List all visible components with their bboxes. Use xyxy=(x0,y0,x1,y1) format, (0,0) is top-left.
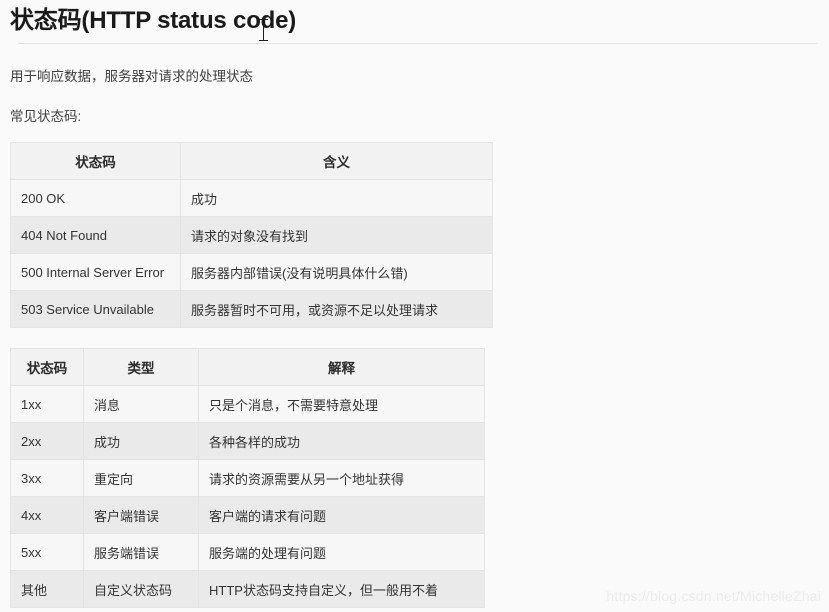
table-row: 404 Not Found 请求的对象没有找到 xyxy=(10,216,493,254)
table-row: 2xx 成功 各种各样的成功 xyxy=(10,422,485,460)
cell-explanation: 请求的资源需要从另一个地址获得 xyxy=(198,459,485,497)
column-header-meaning: 含义 xyxy=(180,142,493,180)
cell-meaning: 服务器内部错误(没有说明具体什么错) xyxy=(180,253,493,291)
table-row: 3xx 重定向 请求的资源需要从另一个地址获得 xyxy=(10,459,485,497)
cell-code: 5xx xyxy=(10,533,84,571)
cell-code: 503 Service Unvailable xyxy=(10,290,181,328)
table-row: 500 Internal Server Error 服务器内部错误(没有说明具体… xyxy=(10,253,493,291)
cell-code: 4xx xyxy=(10,496,84,534)
document-page: 状态码(HTTP status code) 用于响应数据，服务器对请求的处理状态… xyxy=(0,0,829,612)
cell-explanation: 各种各样的成功 xyxy=(198,422,485,460)
cell-code: 404 Not Found xyxy=(10,216,181,254)
cell-code: 其他 xyxy=(10,570,84,608)
cell-code: 1xx xyxy=(10,385,84,423)
cell-code: 3xx xyxy=(10,459,84,497)
cell-code: 2xx xyxy=(10,422,84,460)
cell-type: 自定义状态码 xyxy=(83,570,199,608)
cell-code: 200 OK xyxy=(10,179,181,217)
cell-type: 成功 xyxy=(83,422,199,460)
table-row: 503 Service Unvailable 服务器暂时不可用，或资源不足以处理… xyxy=(10,290,493,328)
table-header-row: 状态码 含义 xyxy=(10,142,493,180)
table-row: 1xx 消息 只是个消息，不需要特意处理 xyxy=(10,385,485,423)
column-header-type: 类型 xyxy=(83,348,199,386)
cell-explanation: 只是个消息，不需要特意处理 xyxy=(198,385,485,423)
common-codes-label: 常见状态码: xyxy=(10,109,82,124)
cell-meaning: 请求的对象没有找到 xyxy=(180,216,493,254)
cell-meaning: 服务器暂时不可用，或资源不足以处理请求 xyxy=(180,290,493,328)
cell-explanation: 客户端的请求有问题 xyxy=(198,496,485,534)
column-header-explanation: 解释 xyxy=(198,348,485,386)
cell-explanation: 服务端的处理有问题 xyxy=(198,533,485,571)
cell-meaning: 成功 xyxy=(180,179,493,217)
table-row: 5xx 服务端错误 服务端的处理有问题 xyxy=(10,533,485,571)
status-class-table: 状态码 类型 解释 1xx 消息 只是个消息，不需要特意处理 2xx 成功 各种… xyxy=(10,348,485,608)
cell-type: 消息 xyxy=(83,385,199,423)
table-row: 其他 自定义状态码 HTTP状态码支持自定义，但一般用不着 xyxy=(10,570,485,608)
csdn-watermark: https://blog.csdn.net/MichelleZhai xyxy=(606,588,821,604)
column-header-code: 状态码 xyxy=(10,348,84,386)
cell-type: 服务端错误 xyxy=(83,533,199,571)
table-row: 4xx 客户端错误 客户端的请求有问题 xyxy=(10,496,485,534)
status-code-table: 状态码 含义 200 OK 成功 404 Not Found 请求的对象没有找到… xyxy=(10,142,493,328)
intro-paragraph: 用于响应数据，服务器对请求的处理状态 xyxy=(10,69,253,84)
table-row: 200 OK 成功 xyxy=(10,179,493,217)
column-header-code: 状态码 xyxy=(10,142,181,180)
table-header-row: 状态码 类型 解释 xyxy=(10,348,485,386)
cell-explanation: HTTP状态码支持自定义，但一般用不着 xyxy=(198,570,485,608)
page-header: 状态码(HTTP status code) xyxy=(0,0,829,44)
cell-type: 重定向 xyxy=(83,459,199,497)
cell-type: 客户端错误 xyxy=(83,496,199,534)
cell-code: 500 Internal Server Error xyxy=(10,253,181,291)
page-title: 状态码(HTTP status code) xyxy=(10,7,297,34)
